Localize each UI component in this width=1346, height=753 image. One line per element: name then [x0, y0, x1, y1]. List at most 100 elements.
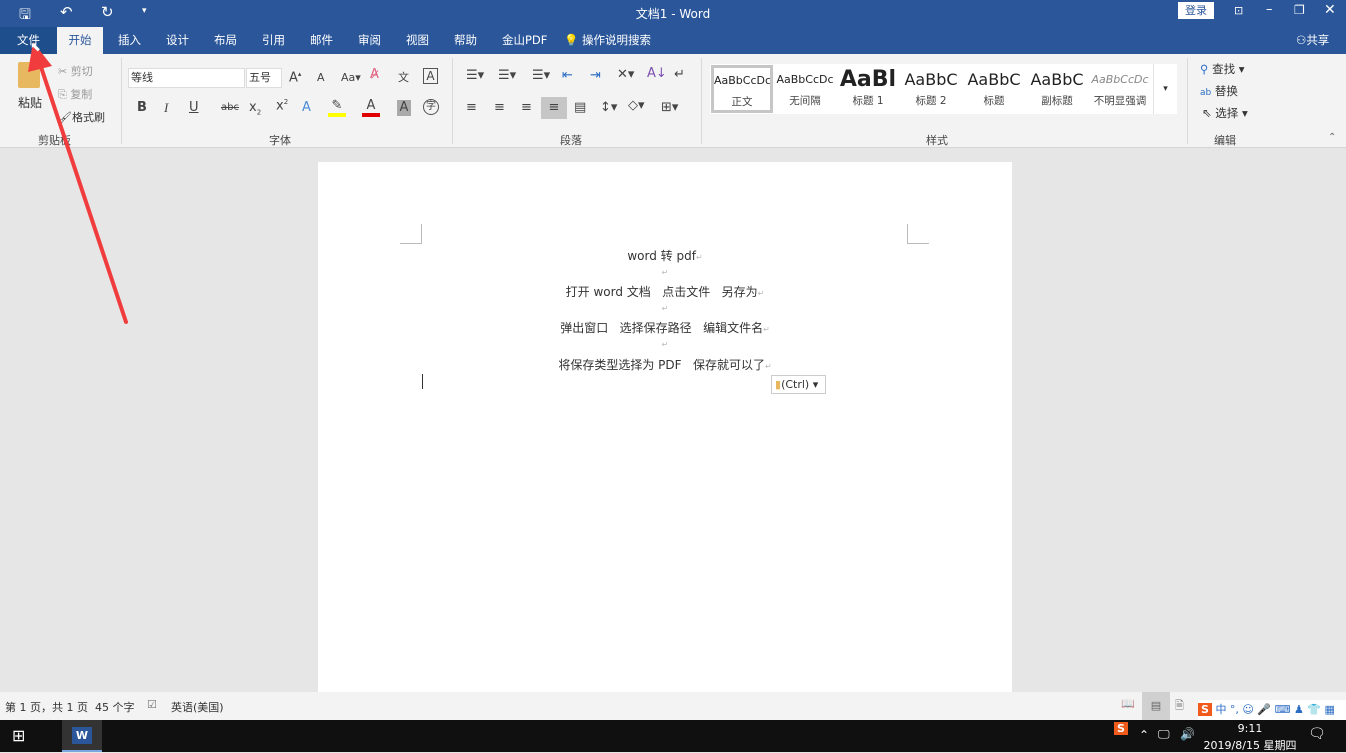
character-border-icon[interactable]: A: [423, 68, 438, 84]
underline-icon[interactable]: U: [189, 100, 199, 115]
proofing-icon[interactable]: ☑: [147, 698, 157, 711]
document-page[interactable]: word 转 pdf↵ ↵ 打开 word 文档 点击文件 另存为↵ ↵ 弹出窗…: [318, 162, 1012, 692]
phonetic-guide-icon[interactable]: 文: [398, 69, 409, 85]
copy-label: 复制: [70, 88, 93, 101]
status-bar: 第 1 页，共 1 页 45 个字 ☑ 英语(美国) 📖 ▤ 🗎 S 中 °, …: [0, 692, 1346, 720]
tab-view[interactable]: 视图: [402, 27, 433, 54]
tab-insert[interactable]: 插入: [114, 27, 145, 54]
network-icon[interactable]: 🖵: [1158, 727, 1170, 742]
doc-line: 弹出窗口 选择保存路径 编辑文件名↵: [560, 321, 770, 335]
replace-button[interactable]: ab 替换: [1200, 83, 1238, 99]
style-subtitle[interactable]: AaBbC 副标题: [1026, 67, 1088, 113]
chinese-layout-icon[interactable]: ✕▾: [617, 67, 634, 82]
find-button[interactable]: ⚲ 查找 ▾: [1200, 61, 1245, 77]
distributed-icon[interactable]: ▤: [574, 100, 586, 115]
align-center-icon[interactable]: ≡: [494, 100, 505, 115]
page-count[interactable]: 第 1 页，共 1 页: [5, 699, 88, 715]
character-shading-icon[interactable]: A: [397, 100, 411, 116]
word-taskbar-button[interactable]: W: [62, 720, 102, 752]
styles-more-button[interactable]: ▾: [1153, 64, 1177, 114]
font-name-select[interactable]: 等线: [128, 68, 245, 88]
minimize-icon[interactable]: –: [1266, 2, 1273, 17]
restore-icon[interactable]: ❐: [1294, 3, 1305, 17]
tab-home[interactable]: 开始: [57, 27, 103, 54]
tab-file[interactable]: 文件: [0, 27, 57, 54]
tab-layout[interactable]: 布局: [210, 27, 241, 54]
enclose-characters-icon[interactable]: 字: [423, 99, 439, 115]
read-mode-icon[interactable]: 📖: [1121, 697, 1135, 710]
font-group-label: 字体: [269, 134, 291, 147]
show-hidden-icons[interactable]: ⌃: [1139, 728, 1149, 742]
clock-time[interactable]: 9:11: [1200, 722, 1300, 735]
clock-date[interactable]: 2019/8/15 星期四: [1200, 737, 1300, 753]
volume-icon[interactable]: 🔊: [1180, 727, 1195, 741]
subscript-icon[interactable]: x2: [249, 100, 261, 117]
style-normal[interactable]: AaBbCcDc 正文: [711, 65, 773, 113]
show-marks-icon[interactable]: ↵: [674, 67, 685, 82]
highlight-color-icon[interactable]: ✎: [328, 98, 346, 117]
tab-help[interactable]: 帮助: [450, 27, 481, 54]
style-heading-2[interactable]: AaBbC 标题 2: [900, 67, 962, 113]
change-case-icon[interactable]: Aa▾: [341, 71, 361, 84]
styles-gallery: AaBbCcDc 正文 AaBbCcDc 无间隔 AaBl 标题 1 AaBbC 标题 …: [710, 64, 1153, 114]
ribbon: 粘贴 ✂ 剪切 ⎘ 复制 🖌格式刷 剪贴板 等线 五号 A▴ A Aa▾ A̷ …: [0, 54, 1346, 148]
borders-icon[interactable]: ⊞▾: [661, 100, 678, 115]
shrink-font-icon[interactable]: A: [317, 71, 325, 84]
cut-button[interactable]: ✂ 剪切: [58, 63, 93, 79]
tell-me-search[interactable]: 💡 操作说明搜索: [560, 27, 655, 54]
decrease-indent-icon[interactable]: ⇤: [562, 68, 573, 83]
paragraph-group-label: 段落: [560, 134, 582, 147]
find-label: 查找: [1212, 62, 1236, 76]
ribbon-display-options-icon[interactable]: ⊡: [1234, 4, 1243, 17]
strikethrough-icon[interactable]: abc: [221, 102, 239, 113]
shading-icon[interactable]: ◇▾: [628, 98, 645, 113]
language[interactable]: 英语(美国): [171, 699, 224, 715]
align-right-icon[interactable]: ≡: [521, 100, 532, 115]
font-size-select[interactable]: 五号: [246, 68, 282, 88]
bold-icon[interactable]: B: [137, 100, 147, 115]
select-button[interactable]: ⇖ 选择 ▾: [1202, 105, 1248, 121]
paste-icon[interactable]: [18, 62, 40, 88]
notifications-icon[interactable]: 🗨: [1308, 726, 1326, 742]
font-color-icon[interactable]: A: [362, 98, 380, 117]
copy-button[interactable]: ⎘ 复制: [58, 86, 92, 102]
tab-mailings[interactable]: 邮件: [306, 27, 337, 54]
web-layout-icon[interactable]: 🗎: [1175, 697, 1184, 716]
justify-icon[interactable]: ≡: [541, 97, 567, 119]
tab-kingsoft-pdf[interactable]: 金山PDF: [498, 27, 551, 54]
superscript-icon[interactable]: x2: [276, 98, 288, 113]
tab-references[interactable]: 引用: [258, 27, 289, 54]
bullets-icon[interactable]: ☰▾: [466, 68, 484, 83]
italic-icon[interactable]: I: [164, 100, 168, 116]
style-no-spacing[interactable]: AaBbCcDc 无间隔: [774, 67, 836, 113]
ime-toolbar[interactable]: S 中 °, ☺ 🎤 ⌨ ♟ 👕 ▦: [1198, 700, 1346, 720]
tab-review[interactable]: 审阅: [354, 27, 385, 54]
collapse-ribbon-icon[interactable]: ⌃: [1328, 132, 1336, 143]
sogou-tray-icon[interactable]: S: [1114, 722, 1128, 735]
sort-icon[interactable]: A↓: [647, 66, 667, 81]
paste-button[interactable]: 粘贴: [18, 94, 42, 111]
clear-formatting-icon[interactable]: A̷: [370, 67, 379, 82]
ime-mode[interactable]: 中: [1215, 703, 1226, 716]
paste-options-button[interactable]: ▮(Ctrl) ▾: [771, 375, 826, 394]
tab-design[interactable]: 设计: [162, 27, 193, 54]
multilevel-list-icon[interactable]: ☰▾: [532, 68, 550, 83]
grow-font-icon[interactable]: A▴: [289, 70, 301, 85]
scissors-icon: ✂: [58, 65, 68, 78]
login-button[interactable]: 登录: [1178, 2, 1214, 19]
word-count[interactable]: 45 个字: [95, 699, 135, 715]
numbering-icon[interactable]: ☰▾: [498, 68, 516, 83]
increase-indent-icon[interactable]: ⇥: [590, 68, 601, 83]
windows-start-icon[interactable]: ⊞: [12, 726, 25, 745]
format-painter-button[interactable]: 🖌格式刷: [58, 109, 105, 125]
share-button[interactable]: ⚇共享: [1292, 27, 1333, 54]
title-bar: 🖫 ↶ ↻ ▾ 文档1 - Word 登录 ⊡ – ❐ ✕: [0, 0, 1346, 27]
print-layout-icon[interactable]: ▤: [1142, 692, 1170, 720]
align-left-icon[interactable]: ≡: [466, 100, 477, 115]
line-spacing-icon[interactable]: ↕▾: [600, 100, 617, 115]
style-subtle-emphasis[interactable]: AaBbCcDc 不明显强调: [1089, 67, 1151, 113]
style-heading-1[interactable]: AaBl 标题 1: [837, 67, 899, 113]
close-icon[interactable]: ✕: [1324, 2, 1336, 18]
text-effects-icon[interactable]: A: [302, 100, 311, 115]
style-title[interactable]: AaBbC 标题: [963, 67, 1025, 113]
